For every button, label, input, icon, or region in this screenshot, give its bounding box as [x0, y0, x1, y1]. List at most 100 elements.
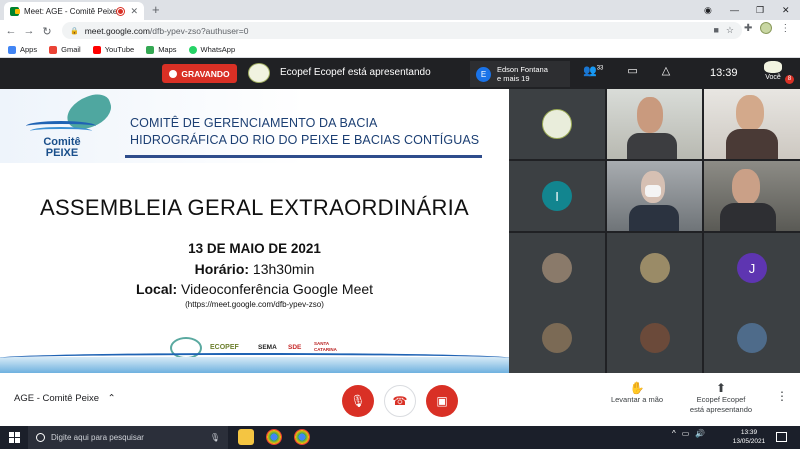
bookmark-youtube[interactable]: YouTube [92, 45, 134, 54]
extensions-icon[interactable]: ✚ [744, 23, 752, 34]
committee-name: COMITÊ DE GERENCIAMENTO DA BACIA HIDROGR… [130, 116, 480, 147]
present-button[interactable]: ⬆ Ecopef Ecopef está apresentando [680, 381, 762, 415]
participant-avatar-photo [542, 323, 572, 353]
participant-avatar-i: I [542, 181, 572, 211]
menu-dots-icon[interactable]: ⋮ [780, 23, 790, 34]
chat-icon[interactable]: ▭ [627, 64, 637, 77]
url-path: /dfb-ypev-zso?authuser=0 [149, 25, 249, 36]
gmail-icon [49, 45, 58, 54]
cortana-icon [36, 433, 45, 442]
record-dot-icon [169, 69, 178, 78]
chrome-icon[interactable] [266, 429, 282, 445]
notifications-icon[interactable] [776, 432, 787, 442]
participant-avatar-photo [737, 323, 767, 353]
person-face [736, 95, 764, 131]
meeting-time: Horário: 13h30min [194, 261, 315, 277]
person-face [732, 169, 760, 205]
maps-icon [146, 45, 155, 54]
participant-tile[interactable]: J [704, 233, 800, 303]
person-body [627, 133, 677, 159]
bookmark-whatsapp[interactable]: WhatsApp [188, 45, 235, 54]
participant-tile[interactable] [607, 233, 702, 303]
camera-toggle-button[interactable]: ▣ [426, 385, 458, 417]
profile-avatar[interactable] [760, 22, 773, 34]
meeting-info: 13 DE MAIO DE 2021 Horário: 13h30min Loc… [0, 239, 509, 311]
leave-call-button[interactable]: ☎ [384, 385, 416, 417]
reload-icon[interactable]: ↻ [38, 25, 56, 38]
volume-icon[interactable]: 🔊 [695, 429, 705, 438]
people-icon[interactable]: 👥33 [583, 64, 603, 77]
recording-label: GRAVANDO [181, 68, 230, 79]
participant-avatar-photo [639, 323, 670, 353]
participant-video[interactable] [607, 89, 702, 159]
presentation-slide: Comitê PEIXE COMITÊ DE GERENCIAMENTO DA … [0, 89, 509, 373]
close-tab-icon[interactable]: ✕ [130, 6, 138, 17]
raise-hand-button[interactable]: ✋ Levantar a mão [604, 382, 670, 405]
participant-video[interactable] [607, 161, 702, 231]
tab-title: Meet: AGE - Comitê Peixe [24, 6, 118, 16]
activities-icon[interactable]: △ [662, 64, 670, 77]
screen: Meet: AGE - Comitê Peixe ✕ + ◉ — ❐ ✕ ← →… [0, 0, 800, 449]
tab-search-icon[interactable]: ◉ [704, 0, 712, 20]
chrome-icon-2[interactable] [294, 429, 310, 445]
meeting-details-button[interactable]: AGE - Comitê Peixe ⌃ [14, 393, 116, 404]
recording-indicator-icon [117, 7, 125, 15]
comite-peixe-logo-text: Comitê PEIXE [43, 136, 81, 159]
participant-video[interactable] [704, 89, 800, 159]
participant-avatar-j: J [737, 253, 767, 283]
participant-tile[interactable] [509, 233, 605, 303]
new-tab-button[interactable]: + [152, 2, 160, 18]
mic-toggle-button[interactable]: 🎙 [342, 385, 374, 417]
forward-icon[interactable]: → [20, 25, 38, 37]
browser-tab-meet[interactable]: Meet: AGE - Comitê Peixe ✕ [4, 2, 144, 20]
person-body [629, 205, 679, 231]
address-bar[interactable]: 🔒 meet.google.com /dfb-ypev-zso?authuser… [62, 22, 742, 39]
apps-grid-icon [8, 45, 16, 54]
bookmark-apps[interactable]: Apps [8, 45, 37, 54]
url-host: meet.google.com [84, 25, 150, 36]
participants-chip[interactable]: E Edson Fontana e mais 19 [470, 61, 570, 87]
participant-avatar-ecopef [542, 109, 572, 139]
bookmark-gmail[interactable]: Gmail [49, 45, 81, 54]
participant-tile[interactable]: I [509, 161, 605, 231]
self-view[interactable]: Você 8 [752, 61, 794, 87]
user-initial-avatar: E [476, 66, 491, 82]
taskbar-search[interactable]: Digite aqui para pesquisar 🎙 [28, 426, 228, 449]
more-options-icon[interactable]: ⋮ [776, 390, 788, 402]
person-face [637, 97, 663, 133]
toolbar-right: ✚ ⋮ [744, 22, 790, 34]
participant-tile[interactable] [607, 303, 702, 373]
participant-video[interactable] [704, 161, 800, 231]
present-screen-icon: ⬆ [715, 381, 727, 395]
chevron-up-icon: ⌃ [107, 393, 116, 404]
mic-off-icon: 🎙 [350, 394, 366, 408]
participant-tile[interactable] [509, 303, 605, 373]
windows-start-icon[interactable] [9, 432, 20, 443]
user-chip-names: Edson Fontana e mais 19 [497, 65, 548, 83]
meet-favicon-icon [10, 6, 20, 16]
minimize-icon[interactable]: — [730, 0, 739, 20]
participants-count: 33 [596, 65, 604, 72]
file-explorer-icon[interactable] [238, 429, 254, 445]
participant-tile[interactable] [509, 89, 605, 159]
self-label: Você [765, 74, 781, 81]
taskbar-clock[interactable]: 13:39 13/05/2021 [727, 428, 771, 446]
bookmark-maps[interactable]: Maps [146, 45, 177, 54]
maximize-icon[interactable]: ❐ [756, 0, 764, 20]
tray-chevron-icon[interactable]: ^ [672, 429, 676, 438]
participant-tile[interactable] [704, 303, 800, 373]
person-body [720, 203, 776, 231]
bookmarks-bar: Apps Gmail YouTube Maps WhatsApp [0, 42, 800, 58]
network-icon[interactable]: ▭ [682, 429, 690, 438]
windows-taskbar: Digite aqui para pesquisar 🎙 ^ ▭ 🔊 13:39… [0, 426, 800, 449]
back-icon[interactable]: ← [2, 25, 20, 37]
camera-in-use-icon[interactable]: ■ [713, 25, 718, 36]
lock-icon: 🔒 [70, 27, 79, 35]
bookmark-star-icon[interactable]: ☆ [726, 25, 734, 36]
recording-badge[interactable]: GRAVANDO [162, 64, 237, 83]
camera-off-icon: ▣ [436, 394, 448, 408]
meeting-url: (https://meet.google.com/dfb-ypev-zso) [185, 300, 324, 309]
close-window-icon[interactable]: ✕ [782, 0, 790, 20]
participant-avatar-photo [542, 253, 572, 283]
microphone-icon[interactable]: 🎙 [210, 433, 220, 442]
